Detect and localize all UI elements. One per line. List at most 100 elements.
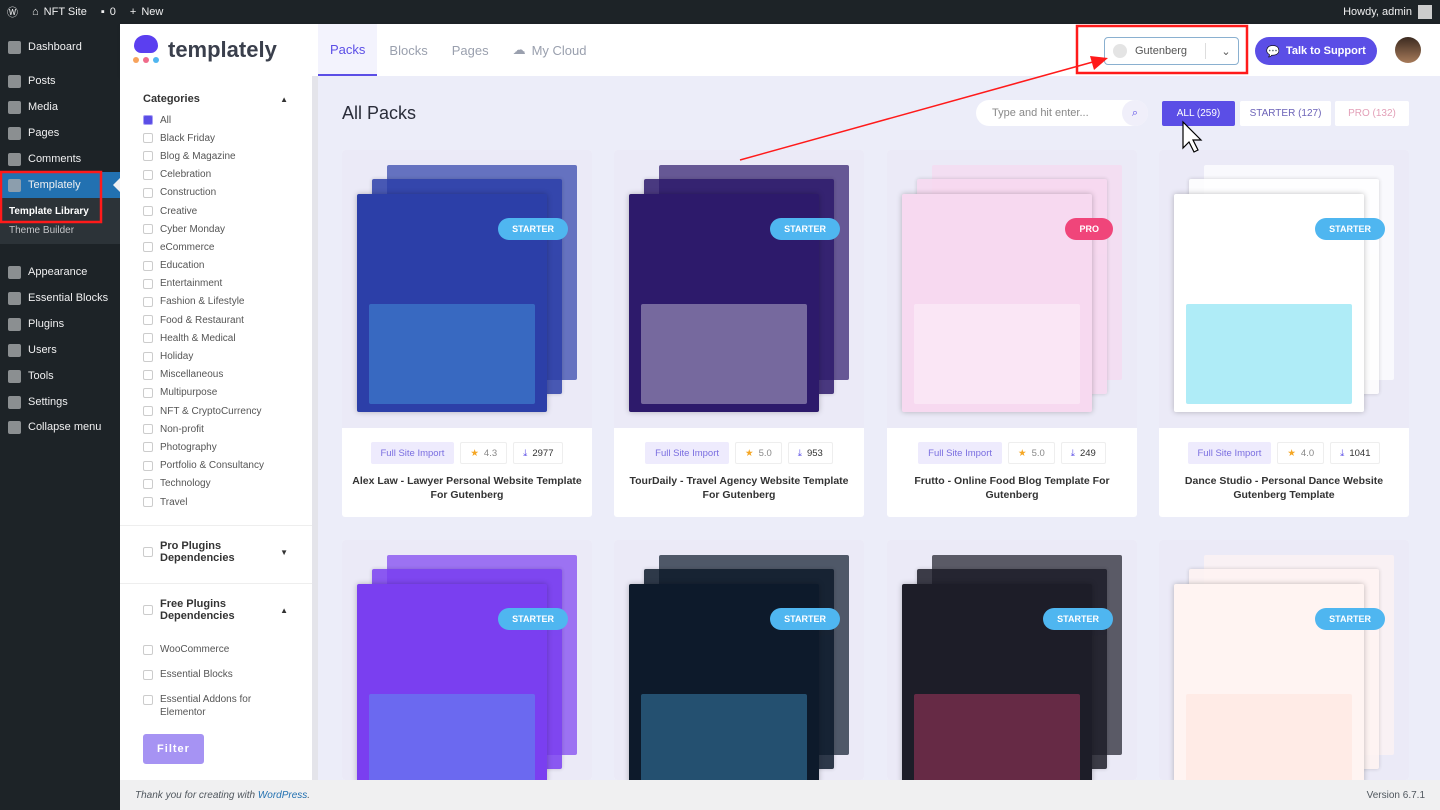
category-option[interactable]: Travel — [120, 493, 312, 511]
category-option[interactable]: Miscellaneous — [120, 366, 312, 384]
submenu-theme-builder[interactable]: Theme Builder — [0, 221, 120, 240]
plugin-option[interactable]: Essential Blocks — [120, 668, 312, 693]
checkbox[interactable] — [143, 315, 153, 325]
checkbox[interactable] — [143, 479, 153, 489]
category-option[interactable]: Photography — [120, 438, 312, 456]
checkbox[interactable] — [143, 406, 153, 416]
checkbox[interactable] — [143, 151, 153, 161]
sidebar-item-posts[interactable]: Posts — [0, 68, 120, 94]
checkbox[interactable] — [143, 115, 153, 125]
category-option[interactable]: Entertainment — [120, 275, 312, 293]
new-link[interactable]: +New — [123, 6, 170, 18]
template-card[interactable]: STARTER — [1159, 540, 1409, 780]
sidebar-item-plugins[interactable]: Plugins — [0, 311, 120, 337]
template-title[interactable]: TourDaily - Travel Agency Website Templa… — [624, 475, 854, 502]
template-card[interactable]: STARTER — [614, 540, 864, 780]
checkbox[interactable] — [143, 388, 153, 398]
builder-select[interactable]: Gutenberg⌄ — [1104, 37, 1239, 65]
checkbox[interactable] — [143, 242, 153, 252]
sidebar-item-templately[interactable]: Templately — [0, 172, 120, 198]
template-title[interactable]: Frutto - Online Food Blog Template For G… — [897, 475, 1127, 502]
checkbox[interactable] — [143, 297, 153, 307]
template-thumbnail[interactable]: STARTER — [1159, 150, 1409, 428]
tab-packs[interactable]: Packs — [318, 24, 377, 76]
checkbox[interactable] — [143, 224, 153, 234]
checkbox[interactable] — [143, 279, 153, 289]
checkbox[interactable] — [143, 547, 153, 557]
template-thumbnail[interactable]: PRO — [887, 150, 1137, 428]
category-option[interactable]: NFT & CryptoCurrency — [120, 402, 312, 420]
tab-pro[interactable]: PRO (132) — [1335, 101, 1409, 126]
template-card[interactable]: STARTER Full Site Import ★4.0 ⤓1041 Danc… — [1159, 150, 1409, 517]
sidebar-item-appearance[interactable]: Appearance — [0, 259, 120, 285]
template-thumbnail[interactable]: STARTER — [342, 150, 592, 428]
category-option[interactable]: Technology — [120, 475, 312, 493]
talk-to-support-button[interactable]: 💬Talk to Support — [1255, 37, 1377, 65]
wordpress-logo-icon[interactable]: Ⓦ — [0, 4, 25, 20]
sidebar-item-tools[interactable]: Tools — [0, 363, 120, 389]
sidebar-item-comments[interactable]: Comments — [0, 146, 120, 172]
checkbox[interactable] — [143, 605, 153, 615]
site-link[interactable]: ⌂NFT Site — [25, 6, 94, 18]
checkbox[interactable] — [143, 188, 153, 198]
templately-logo[interactable]: templately — [120, 35, 318, 65]
template-card[interactable]: STARTER Full Site Import ★4.3 ⤓2977 Alex… — [342, 150, 592, 517]
sidebar-item-dashboard[interactable]: Dashboard — [0, 34, 120, 60]
plugin-option[interactable]: WooCommerce — [120, 643, 312, 668]
filter-button[interactable]: Filter — [143, 734, 204, 764]
checkbox[interactable] — [143, 442, 153, 452]
category-option[interactable]: Multipurpose — [120, 384, 312, 402]
categories-header[interactable]: Categories▲ — [120, 93, 312, 105]
sidebar-item-collapse-menu[interactable]: Collapse menu — [0, 414, 120, 440]
checkbox[interactable] — [143, 461, 153, 471]
category-option[interactable]: Fashion & Lifestyle — [120, 293, 312, 311]
template-thumbnail[interactable]: STARTER — [614, 540, 864, 780]
template-card[interactable]: STARTER — [342, 540, 592, 780]
comments-link[interactable]: ▪0 — [94, 6, 123, 18]
category-option[interactable]: All — [120, 111, 312, 129]
plugin-option[interactable]: Essential Addons for Elementor — [120, 693, 312, 718]
template-thumbnail[interactable]: STARTER — [614, 150, 864, 428]
checkbox[interactable] — [143, 497, 153, 507]
sidebar-item-settings[interactable]: Settings — [0, 389, 120, 415]
checkbox[interactable] — [143, 261, 153, 271]
free-plugins-header[interactable]: Free Plugins Dependencies▲ — [120, 598, 312, 622]
sidebar-item-media[interactable]: Media — [0, 94, 120, 120]
sidebar-item-essential-blocks[interactable]: Essential Blocks — [0, 285, 120, 311]
user-avatar[interactable] — [1395, 37, 1421, 63]
checkbox[interactable] — [143, 170, 153, 180]
category-option[interactable]: Holiday — [120, 347, 312, 365]
checkbox[interactable] — [143, 370, 153, 380]
category-option[interactable]: eCommerce — [120, 238, 312, 256]
template-card[interactable]: STARTER Full Site Import ★5.0 ⤓953 TourD… — [614, 150, 864, 517]
template-title[interactable]: Dance Studio - Personal Dance Website Gu… — [1169, 475, 1399, 502]
category-option[interactable]: Portfolio & Consultancy — [120, 457, 312, 475]
tab-starter[interactable]: STARTER (127) — [1240, 101, 1331, 126]
category-option[interactable]: Blog & Magazine — [120, 147, 312, 165]
checkbox[interactable] — [143, 133, 153, 143]
search-icon[interactable]: ⌕ — [1122, 100, 1148, 126]
template-title[interactable]: Alex Law - Lawyer Personal Website Templ… — [352, 475, 582, 502]
tab-all[interactable]: ALL (259) — [1162, 101, 1235, 126]
search-input[interactable]: Type and hit enter...⌕ — [976, 100, 1148, 126]
account-menu[interactable]: Howdy, admin — [1343, 5, 1440, 19]
category-option[interactable]: Non-profit — [120, 420, 312, 438]
checkbox[interactable] — [143, 424, 153, 434]
template-thumbnail[interactable]: STARTER — [342, 540, 592, 780]
template-thumbnail[interactable]: STARTER — [887, 540, 1137, 780]
template-thumbnail[interactable]: STARTER — [1159, 540, 1409, 780]
category-option[interactable]: Health & Medical — [120, 329, 312, 347]
sidebar-item-users[interactable]: Users — [0, 337, 120, 363]
wordpress-link[interactable]: WordPress — [258, 790, 307, 801]
checkbox[interactable] — [143, 352, 153, 362]
checkbox[interactable] — [143, 695, 153, 705]
pro-plugins-header[interactable]: Pro Plugins Dependencies▼ — [120, 540, 312, 564]
checkbox[interactable] — [143, 333, 153, 343]
category-option[interactable]: Creative — [120, 202, 312, 220]
tab-blocks[interactable]: Blocks — [377, 24, 439, 76]
checkbox[interactable] — [143, 670, 153, 680]
tab-my-cloud[interactable]: ☁My Cloud — [501, 24, 599, 76]
checkbox[interactable] — [143, 645, 153, 655]
submenu-template-library[interactable]: Template Library — [0, 202, 120, 221]
template-card[interactable]: STARTER — [887, 540, 1137, 780]
